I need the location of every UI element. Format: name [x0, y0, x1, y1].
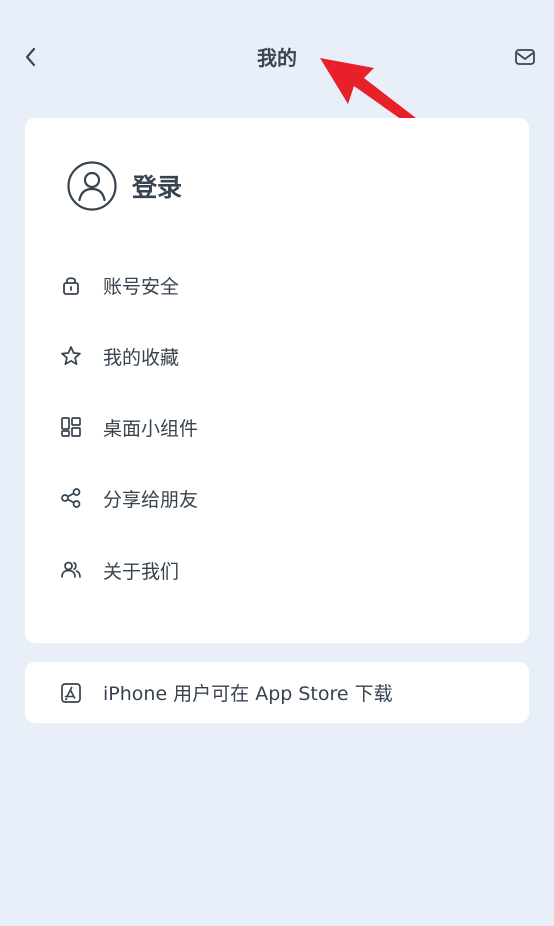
menu-item-share[interactable]: 分享给朋友: [49, 473, 505, 523]
users-icon: [49, 548, 93, 592]
mail-icon: [515, 49, 535, 65]
star-icon: [49, 334, 93, 378]
menu-item-favorites[interactable]: 我的收藏: [49, 331, 505, 381]
menu-item-widgets[interactable]: 桌面小组件: [49, 402, 505, 452]
app-store-label: iPhone 用户可在 App Store 下载: [103, 683, 393, 705]
menu-item-about-us[interactable]: 关于我们: [49, 545, 505, 595]
user-circle-icon: [67, 161, 117, 211]
login-label: 登录: [132, 173, 183, 202]
app-store-icon: [49, 671, 93, 715]
app-store-download-card[interactable]: iPhone 用户可在 App Store 下载: [25, 662, 529, 723]
menu-item-label: 我的收藏: [103, 346, 180, 369]
widgets-icon: [49, 405, 93, 449]
page-title: 我的: [257, 46, 297, 70]
menu-item-label: 桌面小组件: [103, 417, 199, 440]
lock-icon: [49, 263, 93, 307]
menu-item-label: 分享给朋友: [103, 488, 199, 511]
share-icon: [49, 476, 93, 520]
avatar: [66, 160, 118, 212]
profile-card: 登录 账号安全 我的收藏 桌面小组件 分享给朋友 关于我们: [25, 118, 529, 643]
menu-item-label: 账号安全: [103, 275, 180, 298]
login-button[interactable]: 登录: [66, 158, 182, 214]
menu-item-label: 关于我们: [103, 560, 180, 583]
mail-button[interactable]: [508, 40, 542, 74]
top-bar: 我的: [0, 0, 554, 114]
menu-item-account-security[interactable]: 账号安全: [49, 260, 505, 310]
